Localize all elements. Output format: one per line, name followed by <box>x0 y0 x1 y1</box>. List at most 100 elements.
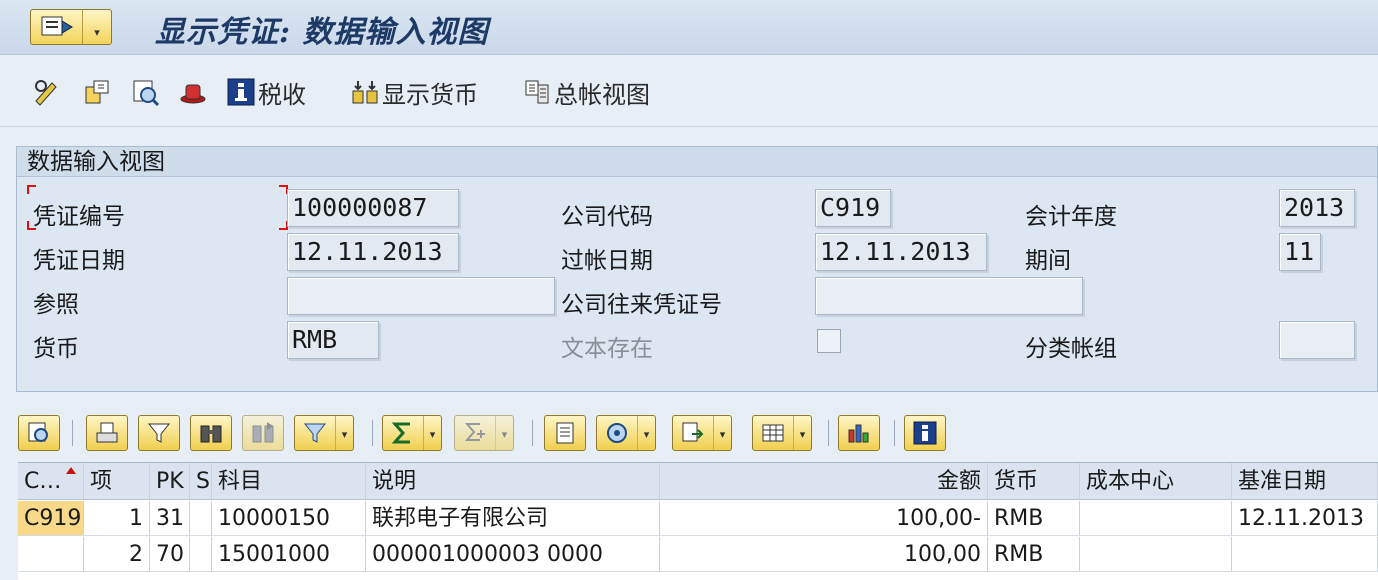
grid-set-filter-button[interactable]: ▾ <box>294 415 354 451</box>
cell-baseline-date[interactable]: 12.11.2013 <box>1232 501 1378 535</box>
tax-button[interactable]: 税收 <box>224 75 306 109</box>
grid-export-button[interactable]: ▾ <box>672 415 732 451</box>
separator <box>828 420 829 446</box>
col-item[interactable]: 项 <box>84 463 150 499</box>
doc-number-field[interactable]: 100000087 <box>287 189 459 227</box>
title-bar: ▾ 显示凭证: 数据输入视图 <box>0 0 1378 55</box>
export-icon <box>673 416 713 450</box>
text-exists-checkbox[interactable] <box>817 329 841 353</box>
grid-print-button[interactable] <box>86 415 128 451</box>
grid-toolbar: ▾ ▾ ▾ ▾ ▾ ▾ <box>16 406 1378 458</box>
table-row[interactable]: 2 70 15001000 000001000003 0000 100,00 R… <box>18 537 1378 572</box>
ledger-group-label: 分类帐组 <box>1025 336 1117 362</box>
edit-glasses-button[interactable] <box>30 75 64 109</box>
grid-views-button[interactable]: ▾ <box>596 415 656 451</box>
col-pk[interactable]: PK <box>150 463 190 499</box>
currency-field[interactable]: RMB <box>287 321 379 359</box>
cell-pk[interactable]: 70 <box>150 537 190 571</box>
separator <box>894 420 895 446</box>
grid-find-next-button[interactable] <box>242 415 284 451</box>
ledger-view-button[interactable]: 总帐视图 <box>520 75 650 109</box>
hat-button[interactable] <box>176 75 210 109</box>
doc-date-field[interactable]: 12.11.2013 <box>287 233 459 271</box>
document-switch-button[interactable] <box>80 75 114 109</box>
cell-company[interactable]: C919 <box>18 501 84 535</box>
details-icon <box>19 416 59 450</box>
subtotal-icon <box>455 416 495 450</box>
ledger-group-field[interactable] <box>1279 321 1355 359</box>
hat-icon <box>176 75 210 109</box>
cell-cost-center[interactable] <box>1080 501 1232 535</box>
print-icon <box>87 416 127 450</box>
cell-s[interactable] <box>190 537 212 571</box>
company-code-field[interactable]: C919 <box>815 189 891 227</box>
cell-pk[interactable]: 31 <box>150 501 190 535</box>
col-account[interactable]: 科目 <box>212 463 366 499</box>
col-cost-center[interactable]: 成本中心 <box>1080 463 1232 499</box>
cell-company[interactable] <box>18 537 84 571</box>
layout-icon <box>753 416 793 450</box>
cell-item[interactable]: 2 <box>84 537 150 571</box>
menu-icon <box>31 10 83 44</box>
cell-account[interactable]: 10000150 <box>212 501 366 535</box>
ledger-view-icon <box>520 75 554 109</box>
col-amount[interactable]: 金额 <box>660 463 988 499</box>
posting-date-field[interactable]: 12.11.2013 <box>815 233 987 271</box>
cell-currency[interactable]: RMB <box>988 537 1080 571</box>
cell-currency[interactable]: RMB <box>988 501 1080 535</box>
cell-item[interactable]: 1 <box>84 501 150 535</box>
period-field[interactable]: 11 <box>1279 233 1321 271</box>
edit-glasses-icon <box>30 75 64 109</box>
col-currency[interactable]: 货币 <box>988 463 1080 499</box>
cell-account[interactable]: 15001000 <box>212 537 366 571</box>
grid-details-button[interactable] <box>18 415 60 451</box>
currency-label: 货币 <box>33 336 79 362</box>
cell-text[interactable]: 000001000003 0000 <box>366 537 660 571</box>
info-icon <box>224 75 258 109</box>
cell-s[interactable] <box>190 501 212 535</box>
separator <box>372 420 373 446</box>
cell-amount[interactable]: 100,00- <box>660 501 988 535</box>
doc-date-label: 凭证日期 <box>33 248 125 274</box>
info-icon <box>905 416 945 450</box>
grid-filter-button[interactable] <box>138 415 180 451</box>
grid-find-button[interactable] <box>190 415 232 451</box>
reference-label: 参照 <box>33 292 79 318</box>
section-title: 数据输入视图 <box>17 147 1377 177</box>
display-document-button[interactable] <box>128 75 162 109</box>
intercompany-field[interactable] <box>815 277 1083 315</box>
separator <box>72 420 73 446</box>
grid-info-button[interactable] <box>904 415 946 451</box>
sum-icon <box>383 416 423 450</box>
display-currency-button[interactable]: 显示货币 <box>348 75 478 109</box>
col-s[interactable]: S <box>190 463 212 499</box>
col-baseline-date[interactable]: 基准日期 <box>1232 463 1378 499</box>
page-title: 显示凭证: 数据输入视图 <box>155 15 489 50</box>
cell-amount[interactable]: 100,00 <box>660 537 988 571</box>
text-exists-label: 文本存在 <box>561 336 653 362</box>
chevron-down-icon: ▾ <box>713 416 731 450</box>
grid-graphic-button[interactable] <box>838 415 880 451</box>
posting-date-label: 过帐日期 <box>561 248 653 274</box>
grid-layout-button[interactable]: ▾ <box>752 415 812 451</box>
ledger-view-label: 总帐视图 <box>554 80 650 109</box>
fiscal-year-field[interactable]: 2013 <box>1279 189 1355 227</box>
cell-cost-center[interactable] <box>1080 537 1232 571</box>
tax-label: 税收 <box>258 80 306 109</box>
menu-dropdown-icon: ▾ <box>94 25 100 39</box>
line-items-grid: C… 项 PK S 科目 说明 金额 货币 成本中心 基准日期 C919 1 3… <box>18 462 1378 580</box>
bar-chart-icon <box>839 416 879 450</box>
separator <box>532 420 533 446</box>
grid-print-preview-button[interactable] <box>544 415 586 451</box>
reference-field[interactable] <box>287 277 555 315</box>
col-company[interactable]: C… <box>18 463 84 499</box>
chevron-down-icon: ▾ <box>423 416 441 450</box>
cell-baseline-date[interactable] <box>1232 537 1378 571</box>
cell-text[interactable]: 联邦电子有限公司 <box>366 501 660 535</box>
col-text[interactable]: 说明 <box>366 463 660 499</box>
grid-subtotal-button[interactable]: ▾ <box>454 415 514 451</box>
menu-button[interactable]: ▾ <box>30 9 112 45</box>
grid-sum-button[interactable]: ▾ <box>382 415 442 451</box>
focus-corner-top-left <box>27 185 36 194</box>
table-row[interactable]: C919 1 31 10000150 联邦电子有限公司 100,00- RMB … <box>18 501 1378 536</box>
